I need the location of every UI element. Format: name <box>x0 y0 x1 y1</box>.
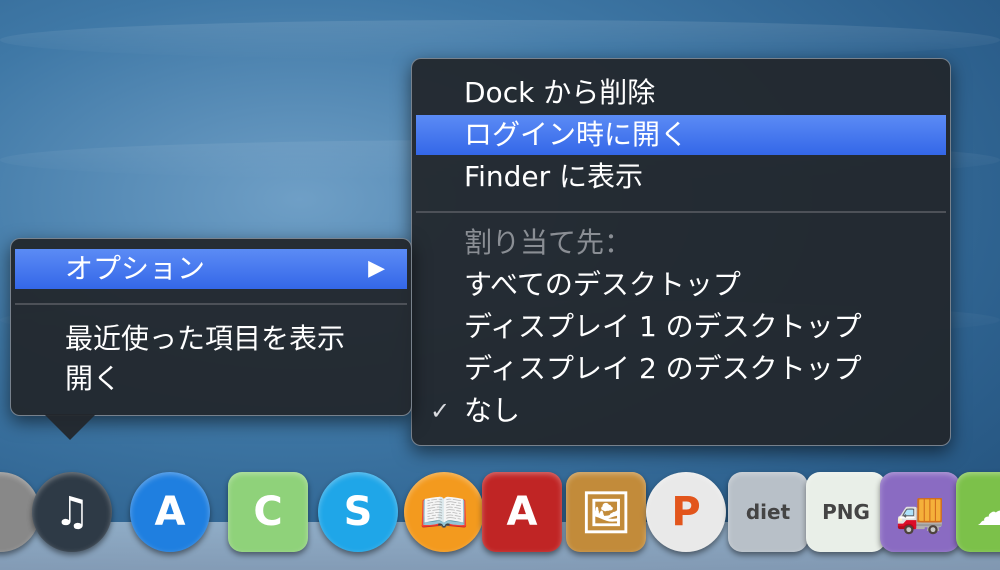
transmit-icon[interactable]: 🚚 <box>880 472 960 552</box>
menu-item-show-recents[interactable]: 最近使った項目を表示 <box>15 319 407 359</box>
menu-pointer <box>44 414 96 440</box>
menu-item-open-at-login[interactable]: ログイン時に開く <box>416 115 946 155</box>
menu-item-label: ログイン時に開く <box>464 118 689 151</box>
dock-icon-glyph: A <box>154 489 186 535</box>
menu-item-label: 開く <box>65 362 122 395</box>
presenter-icon[interactable]: P <box>646 472 726 552</box>
skype-icon[interactable]: S <box>318 472 398 552</box>
jpegmini-icon[interactable]: diet <box>728 472 808 552</box>
app-store-red-icon[interactable]: A <box>482 472 562 552</box>
options-submenu: Dock から削除 ログイン時に開く Finder に表示 割り当て先： すべて… <box>411 58 951 446</box>
wave-highlight <box>0 20 1000 60</box>
menu-item-label: なし <box>464 394 521 427</box>
submenu-arrow-icon: ▶ <box>368 256 385 281</box>
dock: ♫ A C S 📖 A 🖼 Pdiet PNG 🚚 ☁ <box>0 450 1000 570</box>
menu-item-options[interactable]: オプション ▶ <box>15 249 407 289</box>
checkmark-icon: ✓ <box>430 397 451 425</box>
dock-icon-glyph: P <box>671 489 701 535</box>
menu-item-label: ディスプレイ 1 のデスクトップ <box>464 310 862 343</box>
dock-icon-glyph: 🖼 <box>580 489 632 536</box>
dock-icon-glyph: PNG <box>822 500 870 524</box>
preview-icon[interactable]: 🖼 <box>566 472 646 552</box>
assign-option-all-desktops[interactable]: すべてのデスクトップ <box>416 265 946 305</box>
ibooks-icon[interactable]: 📖 <box>404 472 484 552</box>
dock-icon-glyph: A <box>506 489 538 535</box>
menu-separator <box>416 211 946 213</box>
itunes-icon[interactable]: ♫ <box>32 472 112 552</box>
dock-icon-glyph: diet <box>745 500 791 524</box>
dock-icon-glyph: 📖 <box>419 489 469 536</box>
menu-item-label: オプション <box>65 252 206 285</box>
assign-option-display-2[interactable]: ディスプレイ 2 のデスクトップ <box>416 349 946 389</box>
dock-icon-glyph: ♫ <box>54 489 90 535</box>
menu-item-label: すべてのデスクトップ <box>464 268 741 301</box>
assign-to-header: 割り当て先： <box>416 223 946 263</box>
dock-icon-glyph: S <box>343 489 373 535</box>
menu-item-label: Finder に表示 <box>464 160 644 193</box>
cloud-app-icon[interactable]: ☁ <box>956 472 1000 552</box>
assign-option-none[interactable]: ✓ なし <box>416 391 946 431</box>
dock-icon-glyph: C <box>253 489 283 535</box>
menu-item-show-in-finder[interactable]: Finder に表示 <box>416 157 946 197</box>
menu-item-label: 最近使った項目を表示 <box>65 322 346 355</box>
menu-item-label: Dock から削除 <box>464 76 656 109</box>
menu-separator <box>15 303 407 305</box>
menu-item-open[interactable]: 開く <box>15 359 407 399</box>
dock-icon-glyph: ☁ <box>976 489 1000 535</box>
pngmini-icon[interactable]: PNG <box>806 472 886 552</box>
assign-header-label: 割り当て先： <box>464 226 633 259</box>
assign-option-display-1[interactable]: ディスプレイ 1 のデスクトップ <box>416 307 946 347</box>
app-store-icon[interactable]: A <box>130 472 210 552</box>
dock-context-menu: オプション ▶ 最近使った項目を表示 開く <box>10 238 412 416</box>
menu-item-remove-from-dock[interactable]: Dock から削除 <box>416 73 946 113</box>
coda-icon[interactable]: C <box>228 472 308 552</box>
menu-item-label: ディスプレイ 2 のデスクトップ <box>464 352 862 385</box>
dock-icon-glyph: 🚚 <box>895 489 945 536</box>
